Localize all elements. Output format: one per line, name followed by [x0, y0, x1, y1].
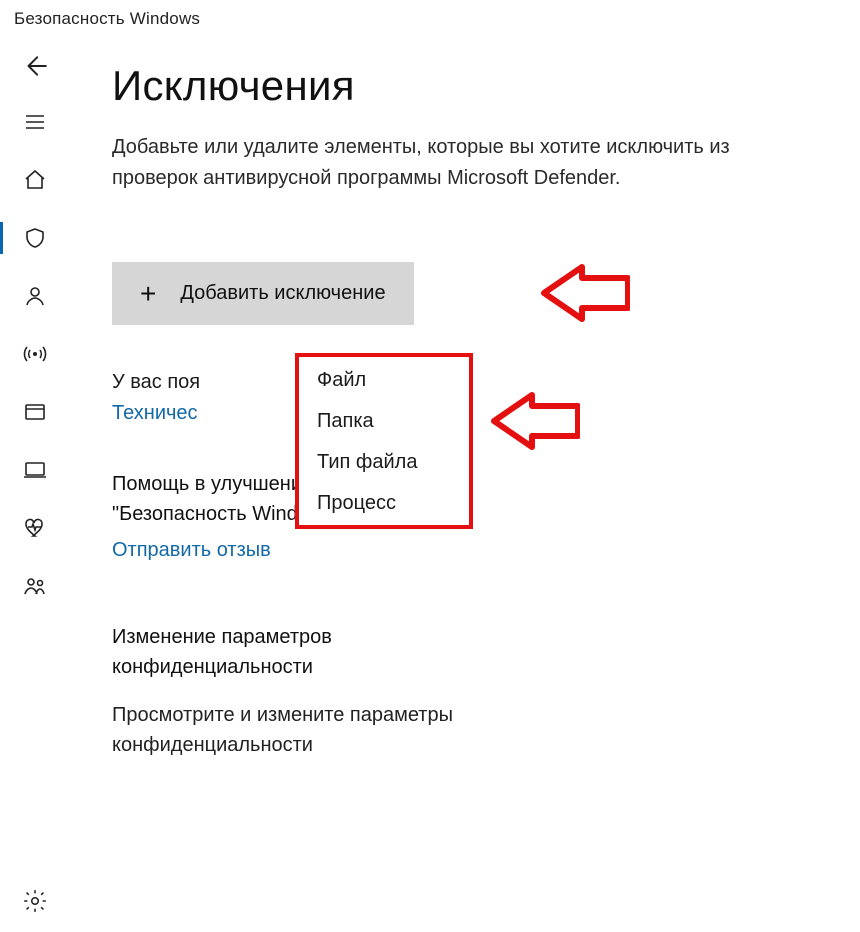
exclusion-type-dropdown: Файл Папка Тип файла Процесс: [295, 353, 473, 529]
family-icon[interactable]: [21, 572, 49, 600]
heart-health-icon[interactable]: [21, 514, 49, 542]
device-icon[interactable]: [21, 456, 49, 484]
dropdown-item-folder[interactable]: Папка: [317, 410, 451, 433]
privacy-block-title: Изменение параметров конфиденциальности: [112, 622, 452, 682]
faq-link[interactable]: Техничес: [112, 402, 198, 425]
privacy-block: Изменение параметров конфиденциальности …: [112, 622, 840, 760]
page-subtitle: Добавьте или удалите элементы, которые в…: [112, 132, 752, 194]
settings-icon[interactable]: [0, 888, 70, 914]
dropdown-item-filetype[interactable]: Тип файла: [317, 451, 451, 474]
faq-text-left: У вас поя: [112, 371, 200, 393]
sidebar: [0, 98, 70, 760]
account-icon[interactable]: [21, 282, 49, 310]
hamburger-icon[interactable]: [21, 108, 49, 136]
back-arrow-icon[interactable]: [22, 66, 48, 83]
add-exclusion-button[interactable]: + Добавить исключение: [112, 262, 414, 325]
app-control-icon[interactable]: [21, 398, 49, 426]
help-block: Помощь в улучшении службы "Безопасность …: [112, 469, 840, 562]
faq-row: У вас поя ?: [112, 371, 840, 394]
page-title: Исключения: [112, 62, 840, 110]
dropdown-item-file[interactable]: Файл: [317, 369, 451, 392]
network-icon[interactable]: [21, 340, 49, 368]
app-title: Безопасность Windows: [0, 0, 860, 29]
privacy-block-body: Просмотрите и измените параметры конфиде…: [112, 700, 492, 760]
send-feedback-link[interactable]: Отправить отзыв: [112, 539, 271, 562]
dropdown-item-process[interactable]: Процесс: [317, 492, 451, 515]
shield-icon[interactable]: [21, 224, 49, 252]
content-area: Исключения Добавьте или удалите элементы…: [70, 98, 860, 760]
annotation-arrow-2: [488, 392, 580, 455]
home-icon[interactable]: [21, 166, 49, 194]
annotation-arrow-1: [538, 264, 630, 327]
add-exclusion-label: Добавить исключение: [180, 282, 385, 305]
